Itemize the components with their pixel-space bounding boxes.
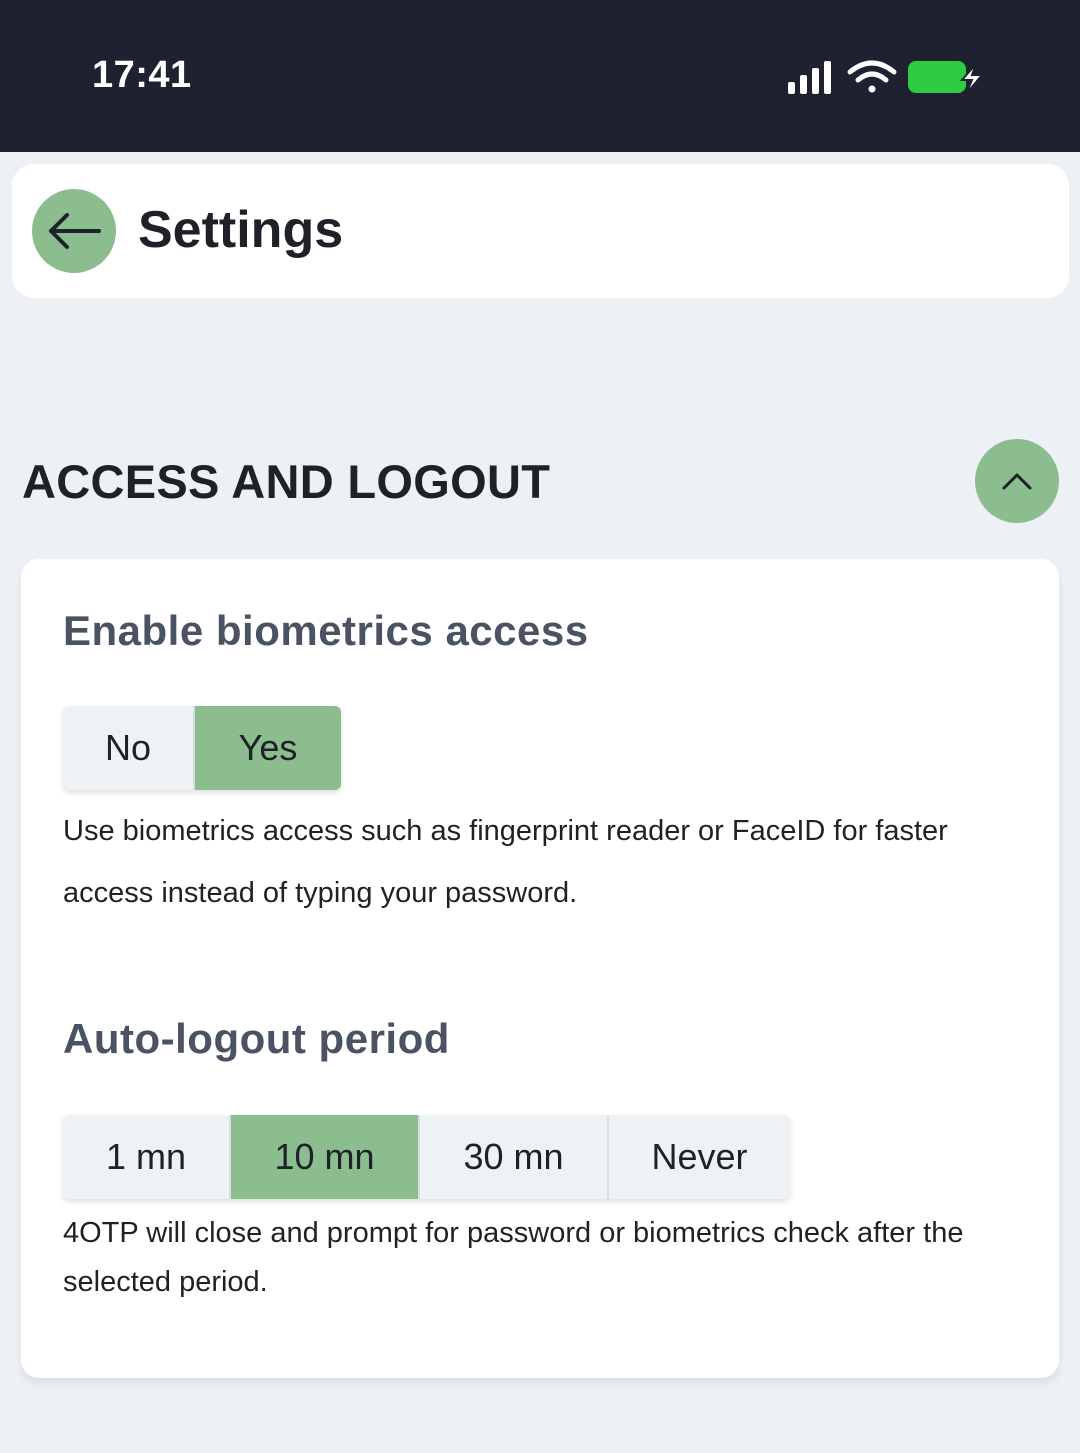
chevron-up-icon	[1002, 473, 1032, 490]
wifi-icon	[847, 60, 897, 93]
status-icons-svg	[788, 60, 985, 95]
auto-logout-option-10mn[interactable]: 10 mn	[231, 1115, 420, 1199]
status-time: 17:41	[92, 54, 192, 96]
auto-logout-title: Auto-logout period	[63, 1015, 450, 1062]
arrow-left-icon	[49, 213, 101, 249]
page-title: Settings	[138, 201, 344, 259]
battery-charging-icon	[908, 61, 985, 95]
biometrics-option-no[interactable]: No	[63, 706, 195, 790]
auto-logout-description: 4OTP will close and prompt for password …	[63, 1217, 964, 1298]
biometrics-title: Enable biometrics access	[63, 607, 589, 654]
settings-card: Enable biometrics access No Yes Use biom…	[21, 559, 1059, 1378]
status-icons	[780, 58, 990, 98]
status-bar: 17:41	[0, 0, 1080, 152]
biometrics-description: Use biometrics access such as fingerprin…	[63, 815, 948, 909]
back-button[interactable]	[32, 189, 116, 273]
header-bar: Settings	[12, 164, 1069, 298]
auto-logout-option-never[interactable]: Never	[609, 1115, 790, 1199]
auto-logout-selector: 1 mn 10 mn 30 mn Never	[63, 1115, 790, 1199]
biometrics-option-yes[interactable]: Yes	[195, 706, 341, 790]
biometrics-toggle: No Yes	[63, 706, 341, 790]
collapse-section-button[interactable]	[975, 439, 1059, 523]
auto-logout-option-1mn[interactable]: 1 mn	[63, 1115, 231, 1199]
auto-logout-option-30mn[interactable]: 30 mn	[420, 1115, 609, 1199]
signal-icon	[788, 61, 831, 94]
section-title: ACCESS AND LOGOUT	[22, 455, 551, 508]
